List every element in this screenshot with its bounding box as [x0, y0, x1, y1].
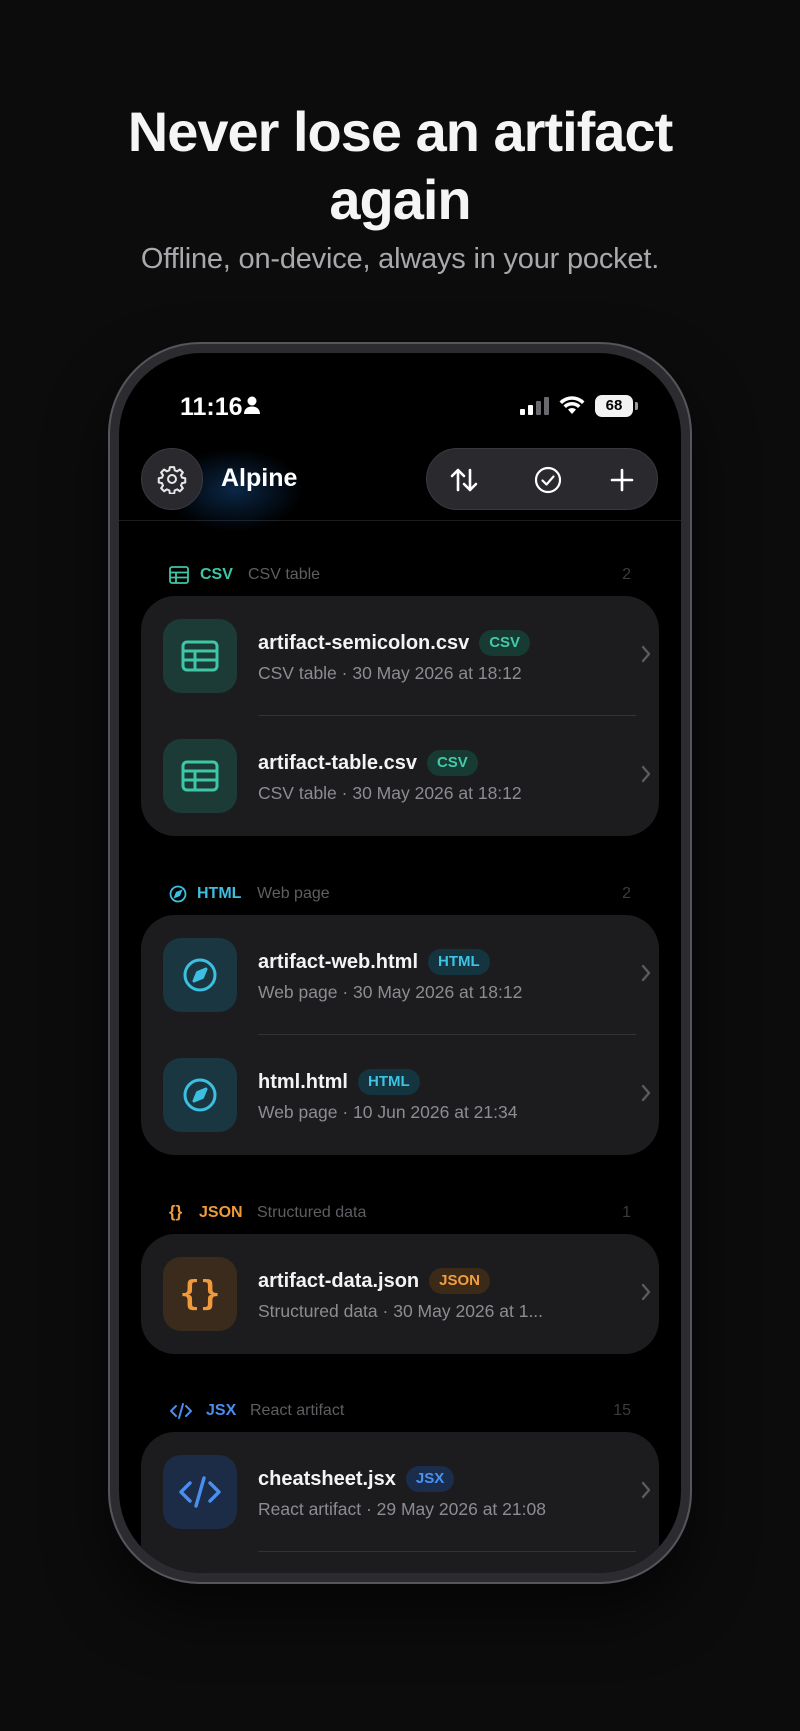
item-subtitle: React artifact · 29 May 2026 at 21:08 — [258, 1499, 546, 1519]
compass-icon — [169, 885, 187, 903]
item-title: artifact-data.json JSON — [258, 1268, 491, 1294]
compass-icon — [163, 1058, 237, 1132]
section-desc-csv: CSV table — [248, 566, 321, 583]
app-name: Alpine — [221, 464, 298, 492]
chevron-right-icon — [641, 645, 651, 663]
section-card-json: {} artifact-data.json JSON Structured dat… — [141, 1234, 659, 1354]
section-type-csv: CSV — [200, 566, 233, 583]
braces-icon: {} — [163, 1257, 237, 1331]
hero-title-line1: Never lose an artifact — [127, 100, 673, 163]
item-subtitle: CSV table · 30 May 2026 at 18:12 — [258, 663, 522, 683]
table-icon — [169, 566, 189, 584]
section-type-json: JSON — [199, 1204, 243, 1221]
add-button[interactable] — [591, 449, 653, 511]
section-desc-jsx: React artifact — [250, 1402, 345, 1419]
item-title: artifact-table.csv CSV — [258, 750, 478, 776]
section-header-json: {} JSON Structured data 1 — [119, 1199, 681, 1229]
table-icon — [163, 619, 237, 693]
type-badge: JSX — [405, 1466, 455, 1492]
code-icon — [170, 1403, 192, 1419]
battery-nub — [635, 402, 638, 410]
section-header-csv: CSV CSV table 2 — [119, 561, 681, 591]
section-count-json: 1 — [622, 1204, 631, 1221]
list-item[interactable]: {} artifact-data.json JSON Structured dat… — [141, 1234, 659, 1354]
signal-icon — [520, 397, 549, 415]
braces-icon: {} — [169, 1202, 183, 1221]
list-item[interactable]: artifact-table.csv CSV CSV table · 30 May… — [141, 716, 659, 836]
item-title: cheatsheet.jsx JSX — [258, 1466, 455, 1492]
code-icon — [163, 1455, 237, 1529]
section-desc-html: Web page — [257, 885, 330, 902]
hero-title-line2: again — [329, 168, 471, 231]
type-badge: CSV — [479, 630, 531, 656]
item-subtitle: Structured data · 30 May 2026 at 1... — [258, 1301, 544, 1321]
item-subtitle: Web page · 10 Jun 2026 at 21:34 — [258, 1102, 518, 1122]
item-subtitle: CSV table · 30 May 2026 at 18:12 — [258, 783, 522, 803]
type-badge: JSON — [429, 1268, 491, 1294]
status-time: 11:16 — [180, 393, 243, 421]
item-title: artifact-web.html HTML — [258, 949, 490, 975]
chevron-right-icon — [641, 964, 651, 982]
phone-screen: 11:16 68 Alpine CSV CSV table 2 artifact… — [119, 353, 681, 1573]
nav-actions — [426, 448, 658, 510]
plus-icon — [610, 468, 634, 492]
wifi-icon — [559, 396, 585, 414]
table-icon — [163, 739, 237, 813]
compass-icon — [163, 938, 237, 1012]
chevron-right-icon — [641, 1084, 651, 1102]
section-header-html: HTML Web page 2 — [119, 880, 681, 910]
section-card-html: artifact-web.html HTML Web page · 30 May … — [141, 915, 659, 1155]
row-divider — [258, 1551, 636, 1552]
person-icon — [244, 396, 260, 414]
nav-bar: Alpine — [119, 437, 681, 535]
select-button[interactable] — [517, 449, 579, 511]
hero-subtitle: Offline, on-device, always in your pocke… — [140, 243, 660, 275]
type-badge: HTML — [358, 1069, 420, 1095]
list-item[interactable]: cheatsheet.jsx JSX React artifact · 29 Ma… — [141, 1432, 659, 1552]
section-type-jsx: JSX — [206, 1402, 237, 1419]
sort-icon — [450, 468, 478, 492]
type-badge: HTML — [428, 949, 490, 975]
section-header-jsx: JSX React artifact 15 — [119, 1397, 681, 1427]
phone-frame: 11:16 68 Alpine CSV CSV table 2 artifact… — [108, 342, 692, 1584]
select-check-icon — [534, 466, 562, 494]
chevron-right-icon — [641, 1283, 651, 1301]
section-count-jsx: 15 — [613, 1402, 631, 1419]
list-item[interactable]: artifact-web.html HTML Web page · 30 May … — [141, 915, 659, 1035]
list-item[interactable]: html.html HTML Web page · 10 Jun 2026 at … — [141, 1035, 659, 1155]
sort-button[interactable] — [433, 449, 495, 511]
battery-icon: 68 — [595, 395, 633, 417]
section-card-csv: artifact-semicolon.csv CSV CSV table · 30… — [141, 596, 659, 836]
section-count-csv: 2 — [622, 566, 631, 583]
item-title: artifact-semicolon.csv CSV — [258, 630, 531, 656]
section-type-html: HTML — [197, 885, 242, 902]
gear-icon — [157, 466, 187, 494]
item-title: html.html HTML — [258, 1069, 420, 1095]
section-card-jsx: cheatsheet.jsx JSX React artifact · 29 Ma… — [141, 1432, 659, 1573]
chevron-right-icon — [641, 1481, 651, 1499]
section-desc-json: Structured data — [257, 1204, 367, 1221]
section-count-html: 2 — [622, 885, 631, 902]
list-item[interactable]: artifact-semicolon.csv CSV CSV table · 30… — [141, 596, 659, 716]
type-badge: CSV — [426, 750, 478, 776]
settings-button[interactable] — [141, 448, 203, 510]
hero-title: Never lose an artifact again — [0, 98, 800, 234]
item-subtitle: Web page · 30 May 2026 at 18:12 — [258, 982, 523, 1002]
status-bar: 11:16 68 — [119, 353, 681, 423]
chevron-right-icon — [641, 765, 651, 783]
